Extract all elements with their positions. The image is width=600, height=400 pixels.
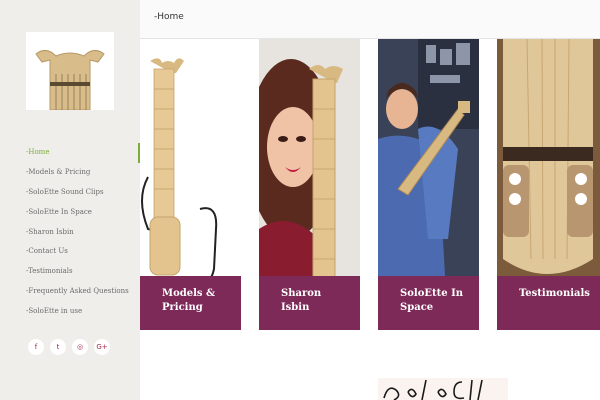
nav-item-sound-clips[interactable]: -SoloEtte Sound Clips <box>0 183 140 203</box>
social-links: f t ◎ G+ <box>28 339 110 355</box>
tile-sharon-isbin[interactable]: Sharon Isbin <box>259 39 360 330</box>
nav-item-faq[interactable]: -Frequently Asked Questions <box>0 282 140 302</box>
nav-item-home[interactable]: -Home <box>0 143 140 163</box>
sidebar: -Home -Models & Pricing -SoloEtte Sound … <box>0 0 140 400</box>
tile-caption: Sharon Isbin <box>259 276 360 330</box>
nav-item-testimonials[interactable]: -Testimonials <box>0 262 140 282</box>
main-navigation: -Home -Models & Pricing -SoloEtte Sound … <box>0 143 140 322</box>
soloette-script-logo <box>378 378 508 400</box>
tile-caption: SoloEtte In Space <box>378 276 479 330</box>
nav-item-models-pricing[interactable]: -Models & Pricing <box>0 163 140 183</box>
site-logo[interactable] <box>26 32 114 111</box>
breadcrumb: -Home <box>154 12 184 22</box>
nav-item-sharon-isbin[interactable]: -Sharon Isbin <box>0 223 140 243</box>
nav-item-in-space[interactable]: -SoloEtte In Space <box>0 203 140 223</box>
nav-item-in-use[interactable]: -SoloEtte in use <box>0 302 140 322</box>
facebook-icon[interactable]: f <box>28 339 44 355</box>
top-bar: -Home <box>140 0 600 39</box>
tile-testimonials[interactable]: Testimonials <box>497 39 600 330</box>
tile-soloette-in-space[interactable]: SoloEtte In Space <box>378 39 479 330</box>
tile-models-pricing[interactable]: Models & Pricing <box>140 39 241 330</box>
google-plus-icon[interactable]: G+ <box>94 339 110 355</box>
twitter-icon[interactable]: t <box>50 339 66 355</box>
tile-caption: Models & Pricing <box>140 276 241 330</box>
tile-caption: Testimonials <box>497 276 600 330</box>
nav-item-contact-us[interactable]: -Contact Us <box>0 242 140 262</box>
script-logo-graphic <box>383 379 483 400</box>
logo-guitar-headstock-image <box>26 32 114 111</box>
instagram-icon[interactable]: ◎ <box>72 339 88 355</box>
